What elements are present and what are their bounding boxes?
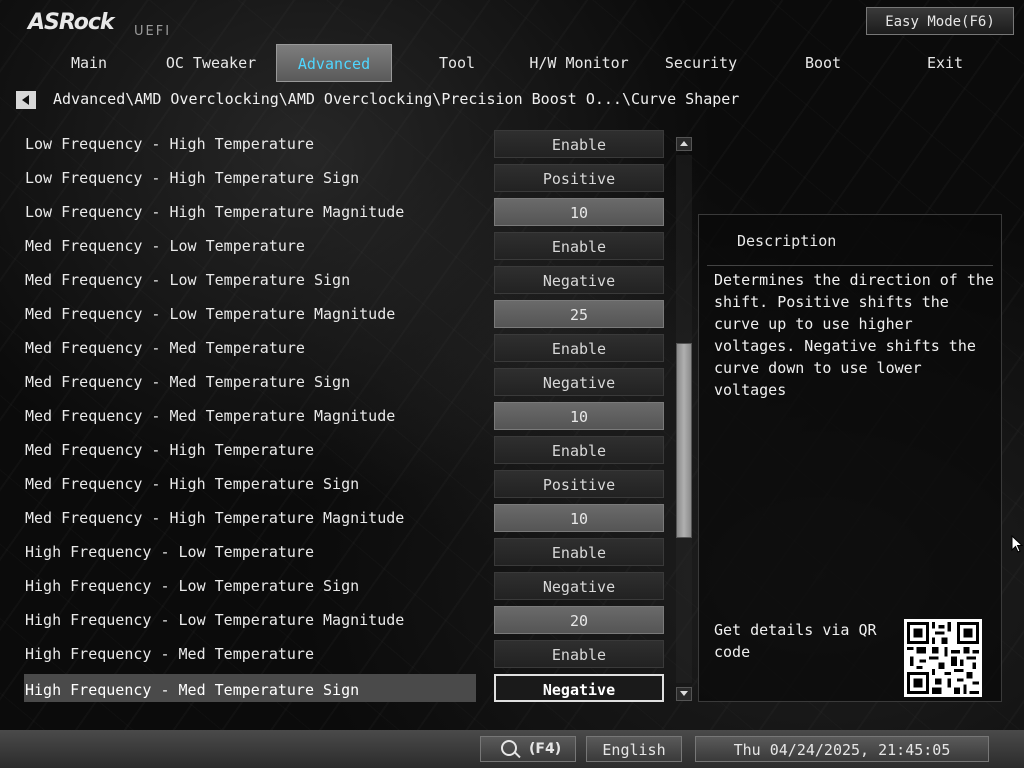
setting-value[interactable]: Negative [494, 674, 664, 702]
easy-mode-button[interactable]: Easy Mode(F6) [866, 7, 1014, 35]
setting-value[interactable]: Positive [494, 470, 664, 498]
setting-value[interactable]: Negative [494, 368, 664, 396]
setting-row[interactable]: High Frequency - Low Temperature Sign Ne… [24, 569, 674, 603]
setting-label: Med Frequency - Low Temperature [25, 237, 305, 255]
setting-label: Med Frequency - Med Temperature Sign [25, 373, 351, 391]
main-tab-bar: Main OC Tweaker Advanced Tool H/W Monito… [28, 44, 1008, 82]
scrollbar-thumb[interactable] [676, 343, 692, 538]
setting-value[interactable]: Enable [494, 232, 664, 260]
setting-label: Med Frequency - High Temperature Sign [25, 475, 360, 493]
setting-row[interactable]: Med Frequency - Low Temperature Magnitud… [24, 297, 674, 331]
setting-row[interactable]: Low Frequency - High Temperature Magnitu… [24, 195, 674, 229]
tab-main[interactable]: Main [28, 44, 150, 82]
setting-value[interactable]: Negative [494, 266, 664, 294]
setting-row[interactable]: High Frequency - Med Temperature Enable [24, 637, 674, 671]
setting-row[interactable]: Med Frequency - Med Temperature Sign Neg… [24, 365, 674, 399]
setting-label: Med Frequency - High Temperature [25, 441, 314, 459]
back-arrow-icon[interactable] [16, 91, 36, 109]
setting-row[interactable]: Med Frequency - High Temperature Sign Po… [24, 467, 674, 501]
setting-value[interactable]: Enable [494, 436, 664, 464]
setting-label: Low Frequency - High Temperature [25, 135, 314, 153]
setting-row[interactable]: Low Frequency - High Temperature Enable [24, 127, 674, 161]
description-divider [707, 265, 993, 266]
setting-row[interactable]: Med Frequency - Med Temperature Enable [24, 331, 674, 365]
language-button[interactable]: English [586, 736, 682, 762]
setting-label: Med Frequency - Low Temperature Sign [25, 271, 351, 289]
setting-label: Low Frequency - High Temperature Magnitu… [25, 203, 405, 221]
logo-product: UEFI [134, 24, 172, 39]
tab-boot[interactable]: Boot [762, 44, 884, 82]
description-title: Description [737, 232, 837, 250]
setting-value[interactable]: Enable [494, 640, 664, 668]
setting-value-input[interactable]: 10 [494, 504, 664, 532]
setting-label: High Frequency - Low Temperature Sign [25, 577, 360, 595]
setting-row[interactable]: High Frequency - Low Temperature Enable [24, 535, 674, 569]
breadcrumb: Advanced\AMD Overclocking\AMD Overclocki… [53, 90, 740, 108]
setting-value[interactable]: Enable [494, 130, 664, 158]
search-shortcut: (F4) [529, 741, 562, 757]
search-button[interactable]: (F4) [480, 736, 576, 762]
tab-exit[interactable]: Exit [884, 44, 1006, 82]
setting-value-input[interactable]: 20 [494, 606, 664, 634]
qr-code-icon [904, 619, 982, 697]
tab-tool[interactable]: Tool [396, 44, 518, 82]
qr-caption: Get details via QR code [714, 621, 877, 661]
setting-row[interactable]: Med Frequency - Low Temperature Sign Neg… [24, 263, 674, 297]
setting-label: High Frequency - Med Temperature Sign [25, 681, 360, 699]
tab-oc-tweaker[interactable]: OC Tweaker [150, 44, 272, 82]
setting-label: Med Frequency - Med Temperature Magnitud… [25, 407, 396, 425]
description-text: Determines the direction of the shift. P… [714, 271, 994, 399]
setting-row[interactable]: Med Frequency - Low Temperature Enable [24, 229, 674, 263]
setting-value[interactable]: Enable [494, 538, 664, 566]
tab-advanced[interactable]: Advanced [276, 44, 392, 82]
setting-value-input[interactable]: 10 [494, 198, 664, 226]
setting-label: High Frequency - Low Temperature [25, 543, 314, 561]
setting-label: High Frequency - Med Temperature [25, 645, 314, 663]
setting-value[interactable]: Enable [494, 334, 664, 362]
setting-row[interactable]: Med Frequency - High Temperature Enable [24, 433, 674, 467]
tab-security[interactable]: Security [640, 44, 762, 82]
setting-row[interactable]: Med Frequency - Med Temperature Magnitud… [24, 399, 674, 433]
setting-row[interactable]: Low Frequency - High Temperature Sign Po… [24, 161, 674, 195]
mouse-cursor-icon [1011, 535, 1023, 553]
setting-label: Med Frequency - Low Temperature Magnitud… [25, 305, 396, 323]
settings-list: Low Frequency - High Temperature Enable … [24, 127, 674, 705]
setting-row[interactable]: Med Frequency - High Temperature Magnitu… [24, 501, 674, 535]
setting-label: Med Frequency - High Temperature Magnitu… [25, 509, 405, 527]
setting-value-input[interactable]: 10 [494, 402, 664, 430]
setting-label: Med Frequency - Med Temperature [25, 339, 305, 357]
description-panel: Description Determines the direction of … [698, 214, 1002, 702]
setting-value-input[interactable]: 25 [494, 300, 664, 328]
setting-label: Low Frequency - High Temperature Sign [25, 169, 360, 187]
footer-bar: (F4) English Thu 04/24/2025, 21:45:05 [0, 730, 1024, 768]
setting-value[interactable]: Positive [494, 164, 664, 192]
scroll-up-icon[interactable] [676, 137, 692, 151]
scroll-down-icon[interactable] [676, 687, 692, 701]
setting-label: High Frequency - Low Temperature Magnitu… [25, 611, 405, 629]
setting-row-selected[interactable]: High Frequency - Med Temperature Sign Ne… [24, 674, 674, 708]
tab-hw-monitor[interactable]: H/W Monitor [518, 44, 640, 82]
datetime-display: Thu 04/24/2025, 21:45:05 [695, 736, 989, 762]
logo-brand: ASRock [28, 10, 115, 35]
setting-value[interactable]: Negative [494, 572, 664, 600]
asrock-logo: ASRock UEFI [28, 10, 169, 39]
search-icon [501, 740, 517, 756]
setting-row[interactable]: High Frequency - Low Temperature Magnitu… [24, 603, 674, 637]
